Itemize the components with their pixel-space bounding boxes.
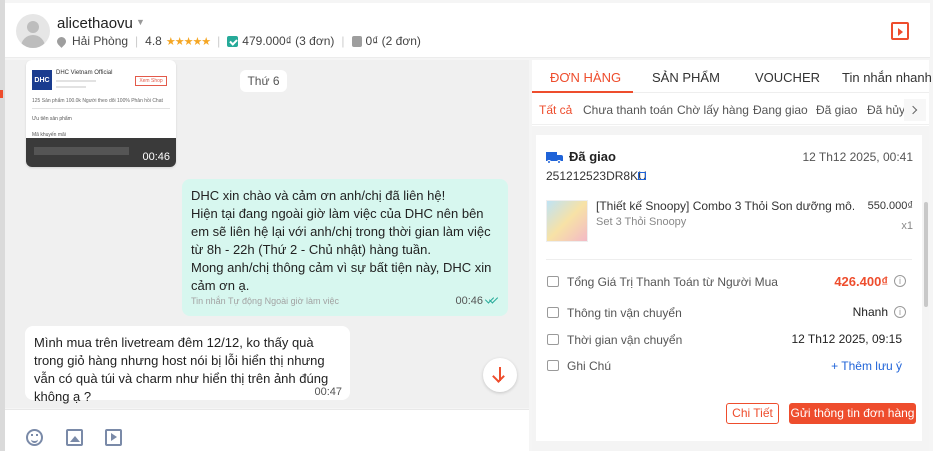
buyer-location: Hải Phòng — [72, 34, 129, 48]
shipping-icon — [547, 307, 559, 318]
tab-quick-replies[interactable]: Tin nhắn nhanh — [842, 70, 932, 85]
message-composer — [5, 409, 529, 451]
total-value: 426.400₫ — [834, 274, 888, 289]
video-duration: 00:46 — [142, 151, 170, 163]
order-time: 12 Th12 2025, 00:41 — [802, 150, 913, 164]
product-variation: Set 3 Thỏi Snoopy — [596, 216, 687, 228]
truck-icon — [546, 152, 564, 164]
unpaid-summary: 0₫ (2 đơn) — [365, 34, 421, 48]
avatar[interactable] — [16, 14, 50, 48]
thumb-stats: 125 Sản phẩm 100.0k Người theo dõi 100% … — [32, 98, 163, 104]
shipping-value: Nhanh — [852, 305, 888, 319]
date-separator: Thứ 6 — [240, 70, 287, 92]
shipping-label: Thông tin vận chuyển — [567, 306, 682, 320]
thumb-shop-name: DHC Vietnam Official — [56, 70, 113, 76]
shipping-time-value: 12 Th12 2025, 09:15 — [791, 332, 902, 346]
thumb-line-1: Ưu tiên sản phẩm — [32, 116, 72, 122]
chevron-right-icon[interactable] — [904, 99, 926, 121]
help-icon[interactable]: i — [894, 275, 906, 287]
order-status: Đã giao — [569, 149, 616, 164]
incoming-message: Mình mua trên livetream đêm 12/12, ko th… — [25, 326, 350, 404]
total-row: Tổng Giá Trị Thanh Toán từ Người Mua 426… — [546, 273, 912, 291]
emoji-icon[interactable] — [26, 429, 43, 446]
unpaid-icon — [351, 35, 362, 47]
shipping-time-row: Thời gian vận chuyển 12 Th12 2025, 09:15 — [546, 331, 912, 349]
divider — [546, 259, 912, 260]
outgoing-time: 00:46 — [455, 295, 499, 307]
note-row: Ghi Chú + Thêm lưu ý — [546, 357, 912, 375]
add-note-link[interactable]: + Thêm lưu ý — [831, 359, 902, 373]
scroll-down-button[interactable] — [483, 358, 517, 392]
buyer-rating: 4.8 — [145, 34, 162, 48]
order-panel: ĐƠN HÀNG SẢN PHẨM VOUCHER Tin nhắn nhanh… — [532, 60, 932, 451]
order-status-tabs: Tất cả Chưa thanh toán Chờ lấy hàng Đang… — [532, 94, 929, 125]
subtab-to-ship[interactable]: Chờ lấy hàng — [677, 103, 749, 117]
total-label: Tổng Giá Trị Thanh Toán từ Người Mua — [567, 275, 778, 289]
order-id: 251212523DR8KU — [546, 169, 647, 183]
payment-icon — [547, 276, 559, 287]
chat-area: DHC DHC Vietnam Official Xem Shop 125 Sả… — [5, 60, 529, 408]
note-icon — [547, 360, 559, 371]
order-card: Đã giao 12 Th12 2025, 00:41 251212523DR8… — [536, 135, 922, 441]
tab-vouchers[interactable]: VOUCHER — [755, 70, 820, 85]
product-quantity: x1 — [901, 220, 913, 232]
subtab-delivered[interactable]: Đã giao — [816, 103, 857, 117]
incoming-time: 00:47 — [314, 386, 342, 398]
send-order-info-button[interactable]: Gửi thông tin đơn hàng — [789, 403, 916, 424]
thumb-shop-button: Xem Shop — [135, 76, 167, 86]
active-tab-indicator — [532, 91, 633, 93]
location-icon — [55, 34, 68, 48]
outgoing-message-text: DHC xin chào và cảm ơn anh/chị đã liên h… — [191, 188, 492, 293]
shipping-time-icon — [547, 334, 559, 345]
incoming-message-text: Mình mua trên livetream đêm 12/12, ko th… — [34, 335, 329, 404]
auto-reply-label: Tin nhắn Tự động Ngoài giờ làm việc — [191, 296, 340, 306]
buyer-info: Hải Phòng | 4.8 ★★★★★ | 479.000₫ (3 đơn)… — [55, 34, 421, 48]
read-check-icon — [486, 297, 499, 304]
video-message[interactable]: DHC DHC Vietnam Official Xem Shop 125 Sả… — [26, 60, 176, 167]
order-detail-button[interactable]: Chi Tiết — [726, 403, 779, 424]
subtab-all[interactable]: Tất cả — [539, 103, 572, 117]
copy-icon[interactable] — [638, 172, 646, 180]
exit-icon[interactable] — [891, 22, 909, 40]
dhc-logo: DHC — [32, 70, 52, 90]
tab-products[interactable]: SẢN PHẨM — [652, 70, 720, 85]
product-name[interactable]: [Thiết kế Snoopy] Combo 3 Thỏi Son dưỡng… — [596, 199, 854, 213]
note-label: Ghi Chú — [567, 359, 612, 373]
subtab-shipping[interactable]: Đang giao — [753, 103, 808, 117]
shipping-row: Thông tin vận chuyển Nhanh i — [546, 304, 912, 322]
image-icon[interactable] — [66, 429, 83, 446]
product-price: 550.000₫ — [867, 200, 913, 212]
panel-tabs: ĐƠN HÀNG SẢN PHẨM VOUCHER Tin nhắn nhanh — [532, 60, 932, 93]
paid-summary: 479.000₫ (3 đơn) — [242, 34, 335, 48]
paid-icon — [227, 35, 239, 47]
video-icon[interactable] — [105, 429, 122, 446]
tab-orders[interactable]: ĐƠN HÀNG — [550, 70, 621, 85]
order-list: Đã giao 12 Th12 2025, 00:41 251212523DR8… — [532, 126, 929, 451]
subtab-unpaid[interactable]: Chưa thanh toán — [583, 103, 673, 117]
outgoing-message: DHC xin chào và cảm ơn anh/chị đã liên h… — [182, 179, 508, 316]
product-image — [546, 200, 588, 242]
username[interactable]: alicethaovu — [57, 15, 133, 32]
shipping-time-label: Thời gian vận chuyển — [567, 333, 683, 347]
chevron-down-icon[interactable]: ▼ — [136, 17, 145, 27]
subtab-cancelled[interactable]: Đã hủy — [867, 103, 905, 117]
chat-header: alicethaovu ▼ Hải Phòng | 4.8 ★★★★★ | 47… — [5, 3, 930, 58]
help-icon[interactable]: i — [894, 306, 906, 318]
star-icons: ★★★★★ — [165, 35, 211, 48]
scrollbar[interactable] — [924, 202, 928, 307]
